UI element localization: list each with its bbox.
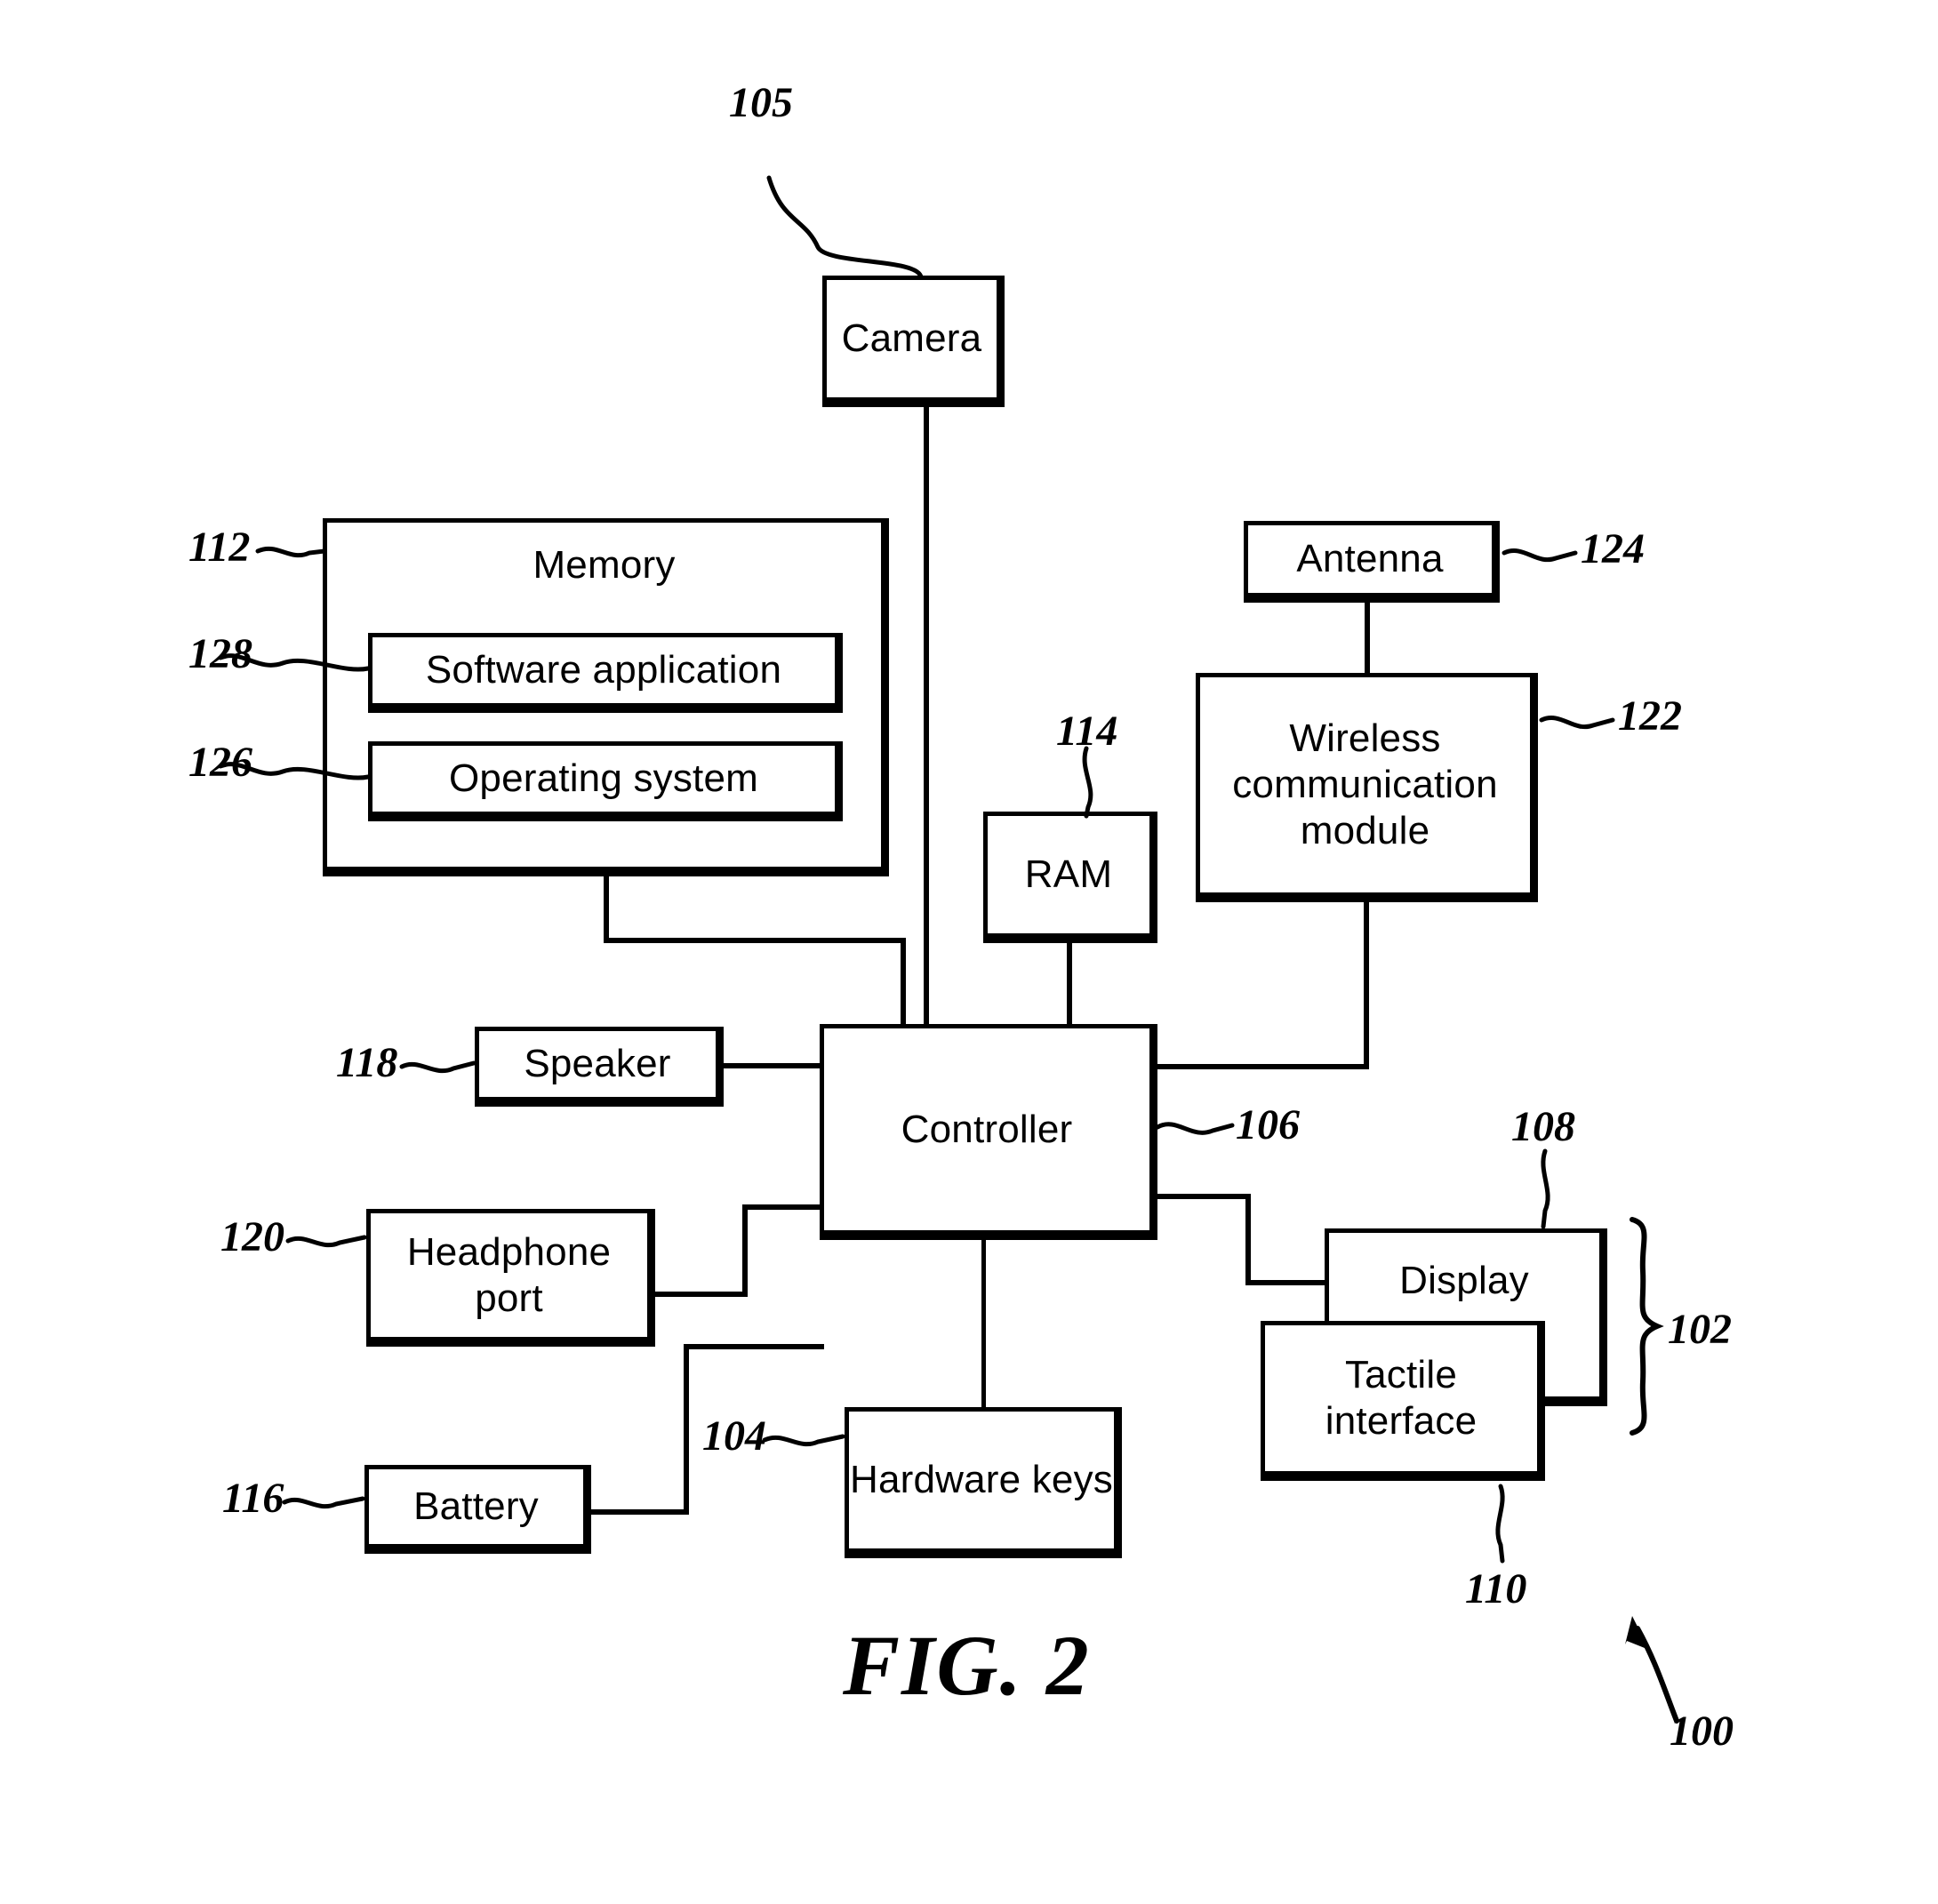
ref-106: 106 [1236, 1101, 1300, 1148]
ref-128: 128 [188, 630, 252, 677]
ref-118: 118 [336, 1039, 398, 1086]
leader-114 [1082, 746, 1093, 819]
ref-120: 120 [220, 1213, 284, 1260]
connector-wireless-left [1153, 1064, 1369, 1069]
leader-108 [1541, 1148, 1550, 1229]
leader-124 [1502, 548, 1578, 563]
connector-display-down [1245, 1194, 1251, 1284]
leader-112 [255, 546, 327, 558]
connector-headphone-right-1 [653, 1292, 748, 1297]
speaker-label: Speaker [524, 1042, 671, 1086]
leader-116 [282, 1496, 365, 1509]
leader-106 [1155, 1122, 1235, 1135]
leader-118 [399, 1060, 476, 1074]
wireless-communication-module-label: Wireless communication module [1232, 716, 1498, 852]
ref-116: 116 [222, 1475, 284, 1522]
battery-label: Battery [413, 1484, 539, 1529]
connector-ram-controller [1067, 942, 1072, 1028]
ref-104: 104 [702, 1412, 766, 1460]
ref-124: 124 [1581, 525, 1645, 572]
tactile-interface-label: Tactile interface [1325, 1353, 1478, 1443]
brace-102 [1630, 1217, 1664, 1436]
patent-figure-2: Camera Memory Software application Opera… [0, 0, 1938, 1904]
controller-label: Controller [901, 1107, 1073, 1151]
ram-block[interactable]: RAM [983, 812, 1157, 943]
antenna-label: Antenna [1296, 537, 1444, 581]
connector-speaker-controller [721, 1063, 820, 1068]
connector-battery-right-1 [591, 1509, 689, 1515]
connector-display-right-1 [1153, 1194, 1251, 1199]
connector-battery-up [684, 1344, 689, 1515]
ref-114: 114 [1056, 708, 1118, 755]
ref-105: 105 [729, 79, 793, 126]
leader-120 [285, 1235, 367, 1248]
hardware-keys-block[interactable]: Hardware keys [845, 1407, 1122, 1558]
operating-system-block[interactable]: Operating system [368, 741, 843, 821]
tactile-interface-block[interactable]: Tactile interface [1261, 1321, 1545, 1481]
controller-block[interactable]: Controller [820, 1024, 1157, 1240]
ref-112: 112 [188, 524, 251, 571]
arrowhead-100 [1625, 1616, 1649, 1650]
connector-wireless-down [1364, 900, 1369, 1069]
connector-camera-controller [924, 404, 929, 1027]
antenna-block[interactable]: Antenna [1244, 521, 1500, 603]
memory-label: Memory [533, 543, 676, 587]
leader-105 [766, 175, 924, 280]
ref-110: 110 [1465, 1565, 1527, 1612]
leader-110 [1495, 1484, 1505, 1564]
headphone-port-block[interactable]: Headphone port [366, 1209, 655, 1347]
operating-system-label: Operating system [448, 756, 758, 801]
headphone-port-label: Headphone port [406, 1229, 612, 1320]
speaker-block[interactable]: Speaker [475, 1027, 724, 1107]
ref-122: 122 [1618, 692, 1682, 740]
connector-controller-hardwarekeys [981, 1237, 986, 1410]
software-application-label: Software application [425, 648, 782, 692]
leader-104 [762, 1434, 845, 1447]
battery-block[interactable]: Battery [364, 1465, 591, 1554]
ref-126: 126 [188, 739, 252, 786]
camera-label: Camera [841, 316, 982, 361]
camera-block[interactable]: Camera [822, 276, 1005, 407]
hardware-keys-label: Hardware keys [849, 1458, 1114, 1502]
connector-headphone-right-2 [742, 1204, 824, 1210]
leader-122 [1539, 716, 1615, 730]
connector-memory-right [604, 938, 906, 943]
figure-caption: FIG. 2 [843, 1618, 1091, 1713]
ref-108: 108 [1511, 1103, 1575, 1150]
connector-battery-right-2 [684, 1344, 824, 1349]
display-label: Display [1399, 1259, 1529, 1303]
wireless-communication-module-block[interactable]: Wireless communication module [1196, 673, 1538, 902]
connector-memory-down-1 [604, 876, 609, 940]
ram-label: RAM [1024, 852, 1113, 897]
connector-headphone-up [742, 1204, 748, 1297]
ref-102: 102 [1668, 1306, 1732, 1353]
connector-antenna-wireless [1365, 601, 1370, 674]
connector-memory-down-2 [901, 938, 906, 1027]
software-application-block[interactable]: Software application [368, 633, 843, 713]
ref-100: 100 [1670, 1708, 1734, 1755]
connector-display-right-2 [1245, 1280, 1332, 1285]
